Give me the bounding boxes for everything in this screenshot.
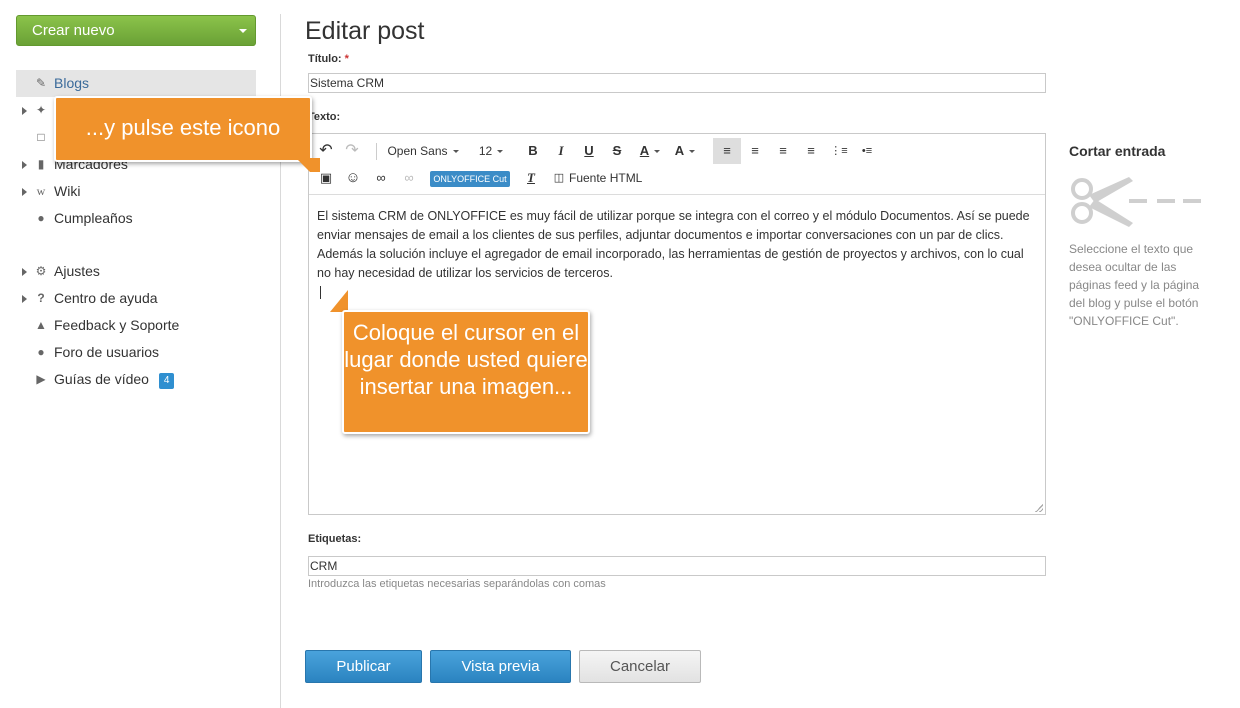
- preview-button[interactable]: Vista previa: [430, 650, 571, 683]
- create-new-button[interactable]: Crear nuevo: [16, 15, 256, 46]
- app-window: Crear nuevo ✎ Blogs ✦ □ ▮ Marcadores w W…: [0, 0, 1240, 708]
- expand-arrow-icon[interactable]: [22, 295, 27, 303]
- create-new-label: Crear nuevo: [32, 22, 115, 39]
- clear-format-button[interactable]: T: [521, 168, 541, 188]
- gear-icon: ⚙: [35, 264, 47, 278]
- cancel-button[interactable]: Cancelar: [579, 650, 701, 683]
- align-center-icon[interactable]: ≡: [745, 141, 765, 161]
- tags-input[interactable]: CRM: [308, 556, 1046, 576]
- title-label-text: Título:: [308, 53, 342, 65]
- underline-button[interactable]: U: [579, 141, 599, 161]
- font-family-select[interactable]: Open Sans: [385, 141, 461, 161]
- edit-icon: ✎: [35, 76, 47, 90]
- numbered-list-icon[interactable]: ⋮≡: [829, 141, 849, 161]
- bold-button[interactable]: B: [523, 141, 543, 161]
- align-right-icon[interactable]: ≡: [773, 141, 793, 161]
- publish-button[interactable]: Publicar: [305, 650, 422, 683]
- callout-pointer: [296, 158, 320, 172]
- sidebar-item-label: Wiki: [54, 183, 81, 199]
- strikethrough-button[interactable]: S: [607, 141, 627, 161]
- sidebar-item-feedback[interactable]: ▲ Feedback y Soporte: [16, 312, 256, 339]
- sidebar-item-video-guides[interactable]: ▶ Guías de vídeo 4: [16, 366, 256, 393]
- sidebar-item-help-center[interactable]: ? Centro de ayuda: [16, 285, 256, 312]
- callout-pointer: [330, 290, 348, 312]
- editor-toolbar: ↶ ↷ Open Sans 12 B I U S A A ≡ ≡ ≡ ≡ ⋮≡ …: [309, 134, 1045, 195]
- font-size-select[interactable]: 12: [475, 141, 507, 161]
- cut-entry-title: Cortar entrada: [1069, 143, 1166, 159]
- html-source-icon[interactable]: ◫: [549, 168, 569, 188]
- comment-icon: □: [37, 130, 45, 144]
- expand-arrow-icon[interactable]: [22, 107, 27, 115]
- megaphone-icon: ▲: [35, 318, 47, 332]
- text-cursor: [320, 286, 321, 299]
- chat-icon: ●: [37, 345, 45, 359]
- required-mark: *: [344, 53, 349, 65]
- smiley-icon[interactable]: ☺: [343, 168, 363, 188]
- sidebar-item-blogs[interactable]: ✎ Blogs: [16, 70, 256, 97]
- page-title: Editar post: [305, 17, 425, 45]
- expand-arrow-icon[interactable]: [22, 268, 27, 276]
- align-left-icon[interactable]: ≡: [713, 138, 741, 164]
- sidebar-item-label: Blogs: [54, 75, 90, 91]
- sidebar-item-label: Ajustes: [54, 263, 100, 279]
- sidebar-item-settings[interactable]: ⚙ Ajustes: [16, 258, 256, 285]
- callout-cursor-hint: Coloque el cursor en el lugar donde uste…: [342, 310, 590, 434]
- sidebar-item-user-forum[interactable]: ● Foro de usuarios: [16, 339, 256, 366]
- title-input[interactable]: Sistema CRM: [308, 73, 1046, 93]
- bookmark-icon: ▮: [37, 157, 45, 171]
- html-source-button[interactable]: Fuente HTML: [569, 168, 649, 188]
- text-label: Texto:: [308, 111, 341, 123]
- sidebar-item-label: Feedback y Soporte: [54, 317, 180, 333]
- unlink-icon[interactable]: ∞: [399, 168, 419, 188]
- tags-hint: Introduzca las etiquetas necesarias sepa…: [308, 578, 606, 590]
- sidebar-item-label: Centro de ayuda: [54, 290, 158, 306]
- tags-label: Etiquetas:: [308, 533, 362, 545]
- sidebar-item-label: Foro de usuarios: [54, 344, 160, 360]
- scissors-icon: [1071, 177, 1201, 227]
- redo-icon[interactable]: ↷: [342, 141, 362, 161]
- justify-icon[interactable]: ≡: [801, 141, 821, 161]
- chevron-down-icon[interactable]: [239, 29, 247, 33]
- callout-icon-hint: ...y pulse este icono: [54, 96, 312, 162]
- font-color-button[interactable]: A: [635, 141, 665, 161]
- link-icon[interactable]: ∞: [371, 168, 391, 188]
- title-label: Título: *: [308, 53, 349, 65]
- editor-content[interactable]: El sistema CRM de ONLYOFFICE es muy fáci…: [317, 207, 1039, 283]
- people-icon: ●: [37, 211, 45, 225]
- expand-arrow-icon[interactable]: [22, 188, 27, 196]
- italic-button[interactable]: I: [551, 141, 571, 161]
- bulleted-list-icon[interactable]: •≡: [857, 141, 877, 161]
- sidebar-item-label: Guías de vídeo: [54, 371, 149, 387]
- question-icon: ?: [37, 291, 45, 305]
- sidebar-item-wiki[interactable]: w Wiki: [16, 178, 256, 205]
- sidebar-item-birthdays[interactable]: ● Cumpleaños: [16, 205, 256, 232]
- sidebar-item-label: Cumpleaños: [54, 210, 133, 226]
- pin-icon: ✦: [35, 103, 47, 117]
- resize-handle-icon[interactable]: [1035, 504, 1043, 512]
- wiki-icon: w: [36, 184, 46, 198]
- onlyoffice-cut-button[interactable]: ONLYOFFICE Cut: [430, 171, 510, 187]
- count-badge: 4: [158, 373, 175, 389]
- expand-arrow-icon[interactable]: [22, 161, 27, 169]
- cut-entry-description: Seleccione el texto que desea ocultar de…: [1069, 242, 1200, 328]
- background-color-button[interactable]: A: [669, 141, 701, 161]
- video-icon: ▶: [36, 372, 46, 386]
